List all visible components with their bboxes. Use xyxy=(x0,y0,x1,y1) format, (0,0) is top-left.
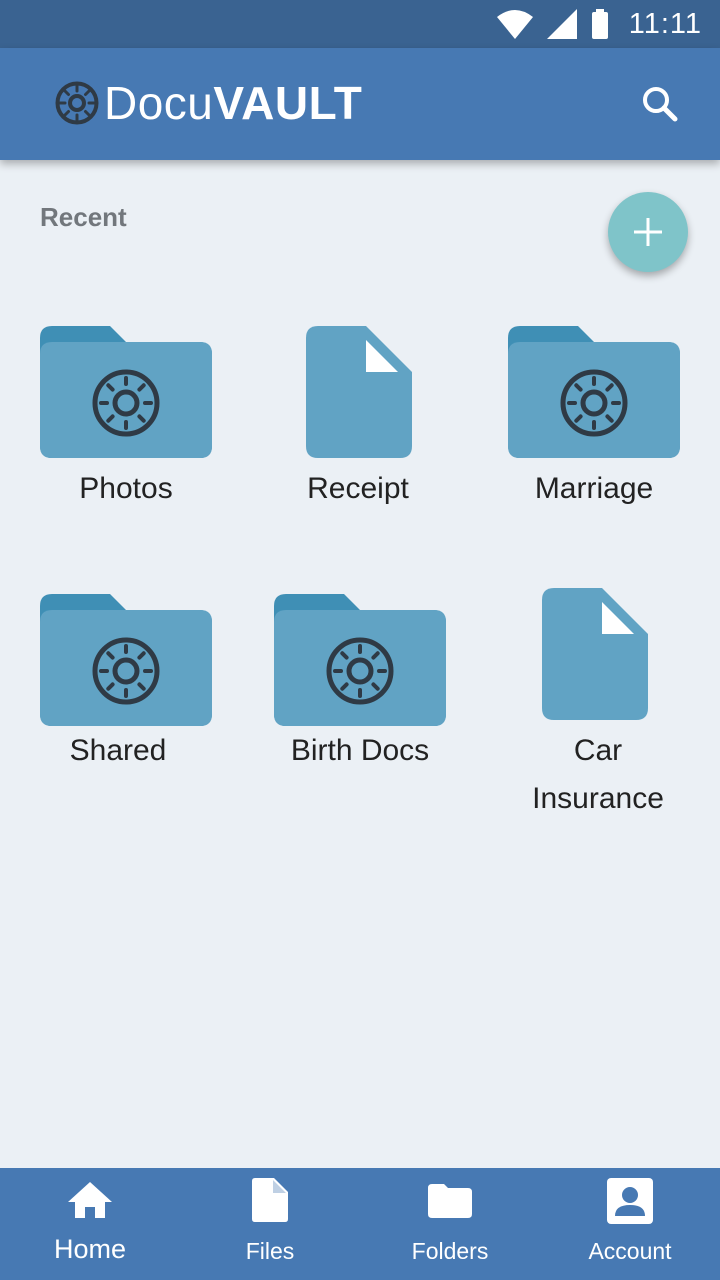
file-icon xyxy=(306,326,412,458)
nav-item-home[interactable]: Home xyxy=(0,1168,180,1280)
item-label: Shared xyxy=(69,734,167,767)
brand-name-bold: VAULT xyxy=(213,77,363,129)
item-label-line2: Insurance xyxy=(532,782,664,815)
nav-label: Home xyxy=(53,1234,127,1264)
home-icon xyxy=(68,1182,112,1218)
wifi-icon xyxy=(496,10,533,39)
recent-item-car-insurance[interactable]: Car Insurance xyxy=(480,584,716,824)
nav-item-files[interactable]: Files xyxy=(180,1168,360,1280)
item-label: Birth Docs xyxy=(290,734,430,767)
brand-name: DocuVAULT xyxy=(104,78,362,128)
recent-item-shared[interactable]: Shared xyxy=(0,590,236,790)
nav-label: Files xyxy=(245,1238,295,1264)
battery-icon xyxy=(591,9,608,39)
file-icon xyxy=(252,1178,288,1222)
account-icon xyxy=(607,1178,653,1224)
nav-item-account[interactable]: Account xyxy=(540,1168,720,1280)
app-bar: DocuVAULT xyxy=(0,48,720,160)
status-bar: 11:11 xyxy=(0,0,720,48)
add-button[interactable] xyxy=(608,192,688,272)
brand-logo: DocuVAULT xyxy=(54,78,362,128)
item-label-line1: Car xyxy=(573,734,623,767)
folder-icon xyxy=(428,1184,472,1218)
search-button[interactable] xyxy=(632,76,688,132)
recent-item-birth-docs[interactable]: Birth Docs xyxy=(242,590,478,790)
nav-label: Account xyxy=(588,1238,672,1264)
vault-folder-icon xyxy=(508,326,680,458)
plus-icon xyxy=(634,218,662,246)
section-title-recent: Recent xyxy=(40,202,127,232)
vault-folder-icon xyxy=(40,326,212,458)
recent-item-marriage[interactable]: Marriage xyxy=(476,322,712,522)
vault-folder-icon xyxy=(274,594,446,726)
brand-name-light: Docu xyxy=(104,77,214,129)
item-label: Marriage xyxy=(534,472,654,505)
bottom-nav: Home Files Folders Account xyxy=(0,1168,720,1280)
search-icon xyxy=(643,87,678,122)
vault-folder-icon xyxy=(40,594,212,726)
item-label: Receipt xyxy=(307,472,409,505)
recent-item-photos[interactable]: Photos xyxy=(8,322,244,522)
nav-label: Folders xyxy=(411,1238,489,1264)
item-label: Photos xyxy=(79,472,173,505)
vault-dial-icon xyxy=(55,81,99,125)
recent-item-receipt[interactable]: Receipt xyxy=(240,322,476,522)
status-time: 11:11 xyxy=(628,7,702,40)
signal-icon xyxy=(546,9,577,39)
file-icon xyxy=(542,588,648,720)
nav-item-folders[interactable]: Folders xyxy=(360,1168,540,1280)
